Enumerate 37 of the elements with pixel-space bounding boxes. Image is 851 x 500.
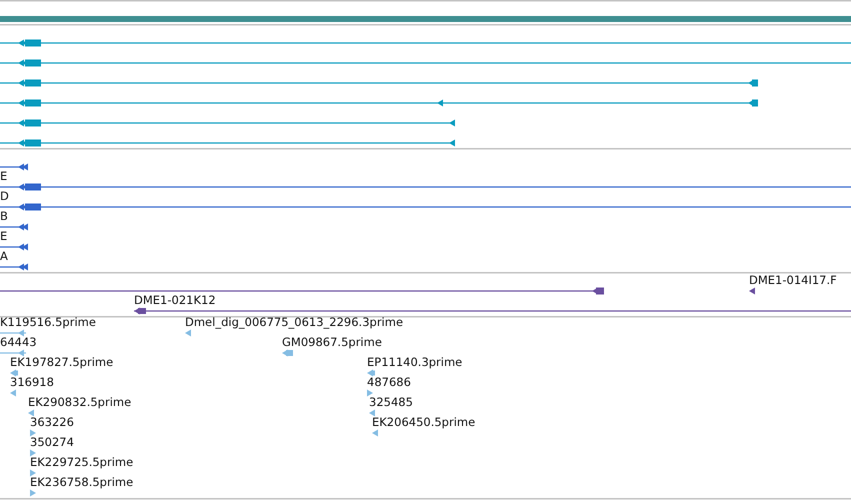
feature-label: B <box>0 209 8 223</box>
feature-label: EP11140.3prime <box>367 355 462 369</box>
feature-label: D <box>0 189 9 203</box>
feature-label: A <box>0 249 8 263</box>
feature-glyph-drawing[interactable] <box>0 120 455 126</box>
feature-label: 325485 <box>369 395 413 409</box>
feature-label: 487686 <box>367 375 411 389</box>
feature-glyph-drawing[interactable] <box>0 184 851 190</box>
feature-label: EK206450.5prime <box>372 415 476 429</box>
feature-glyph-drawing[interactable] <box>0 224 28 230</box>
feature-glyph-drawing[interactable] <box>0 204 851 210</box>
feature-label: 316918 <box>10 375 54 389</box>
feature-label: EK197827.5prime <box>10 355 114 369</box>
feature-label: DME1-014I17.F <box>749 273 837 287</box>
feature-glyph-drawing[interactable] <box>0 80 758 86</box>
feature-glyph-drawing[interactable] <box>134 308 851 314</box>
feature-label: DME1-021K12 <box>134 293 216 307</box>
feature-label: EK236758.5prime <box>30 475 134 489</box>
feature-label: EK229725.5prime <box>30 455 134 469</box>
feature-label: GM09867.5prime <box>282 335 382 349</box>
feature-label: 64443 <box>0 335 37 349</box>
feature-glyph-drawing[interactable] <box>749 288 755 294</box>
feature-glyph-drawing[interactable] <box>0 100 758 106</box>
feature-label: EK290832.5prime <box>28 395 132 409</box>
feature-glyph-drawing[interactable] <box>0 140 455 146</box>
feature-label: Dmel_dig_006775_0613_2296.3prime <box>185 315 404 329</box>
feature-glyph-drawing[interactable] <box>0 40 851 46</box>
feature-label: 363226 <box>30 415 74 429</box>
feature-glyph-drawing[interactable] <box>0 60 851 66</box>
feature-label: 350274 <box>30 435 74 449</box>
feature-label: K119516.5prime <box>0 315 96 329</box>
feature-glyph-drawing[interactable] <box>0 164 28 170</box>
feature-glyph-drawing[interactable] <box>0 288 604 294</box>
feature-label: E <box>0 229 8 243</box>
feature-glyph-drawing[interactable] <box>0 244 28 250</box>
feature-glyph-drawing[interactable] <box>0 264 28 270</box>
feature-label: E <box>0 169 8 183</box>
